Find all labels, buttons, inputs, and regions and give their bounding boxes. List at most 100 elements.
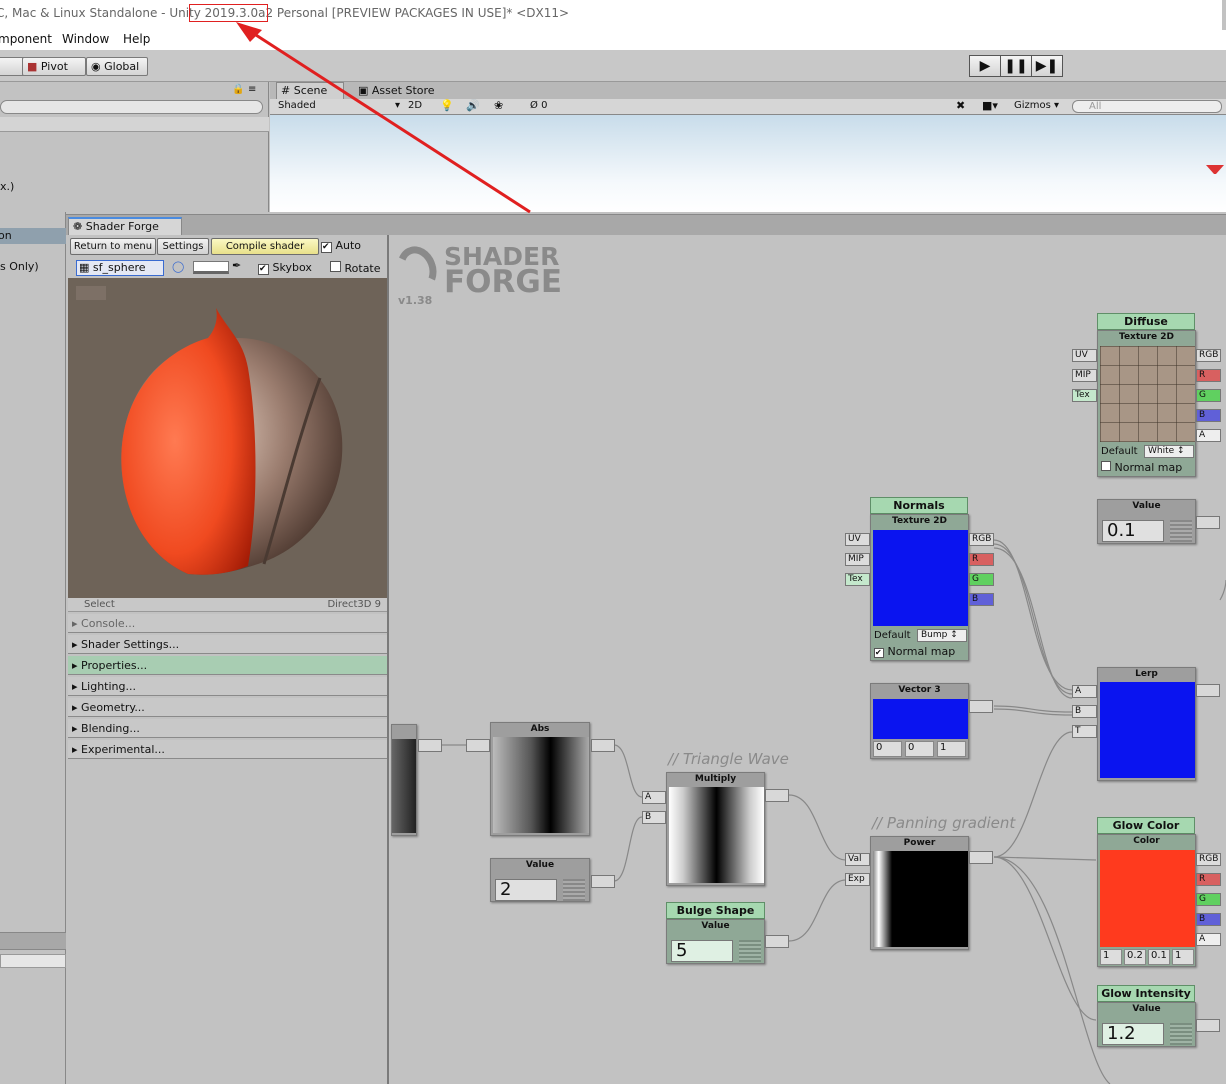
lerp-node[interactable]: Lerp xyxy=(1097,667,1196,781)
menu-icon[interactable]: ≡ xyxy=(248,84,256,95)
effects-icon[interactable]: ❀ xyxy=(494,99,503,112)
power-output-pin[interactable] xyxy=(969,851,993,864)
hierarchy-search[interactable] xyxy=(0,100,263,114)
color-g-field[interactable]: 0.2 xyxy=(1124,949,1146,965)
normals-output-rgb[interactable]: RGB xyxy=(969,533,994,546)
normals-output-r[interactable]: R xyxy=(969,553,994,566)
mesh-picker-icon[interactable]: ◯ xyxy=(172,260,184,273)
abs-output-pin[interactable] xyxy=(591,739,615,752)
menu-help[interactable]: Help xyxy=(123,32,150,46)
diffuse-output-g[interactable]: G xyxy=(1196,389,1221,402)
section-blending[interactable]: ▸ Blending... xyxy=(68,719,387,738)
normal-map-checkbox[interactable]: ✔ Normal map xyxy=(874,645,955,658)
vector3-node[interactable]: Vector 3 0 0 1 xyxy=(870,683,969,759)
settings-button[interactable]: Settings xyxy=(157,238,209,255)
skybox-checkbox[interactable]: ✔ Skybox xyxy=(258,261,312,275)
vector-z-field[interactable]: 1 xyxy=(937,741,966,757)
eyedropper-icon[interactable]: ✒ xyxy=(232,259,241,272)
diffuse-node[interactable]: Texture 2D Default White ↕ Normal map xyxy=(1097,330,1196,477)
lock-icon[interactable]: 🔒 xyxy=(232,84,244,95)
value-field[interactable]: 2 xyxy=(495,879,557,901)
drag-grid-icon[interactable] xyxy=(1170,1023,1192,1045)
mesh-field[interactable]: ▦ sf_sphere xyxy=(76,260,164,276)
normals-input-mip[interactable]: MIP xyxy=(845,553,870,566)
offscreen-output-pin[interactable] xyxy=(418,739,442,752)
normals-name[interactable]: Normals xyxy=(870,497,968,514)
normals-output-b[interactable]: B xyxy=(969,593,994,606)
vector-x-field[interactable]: 0 xyxy=(873,741,902,757)
tab-asset-store[interactable]: ▣ Asset Store xyxy=(354,83,439,98)
audio-icon[interactable]: 🔊 xyxy=(466,99,480,112)
tab-scene[interactable]: # Scene xyxy=(276,82,344,99)
glow-color-name[interactable]: Glow Color xyxy=(1097,817,1195,834)
left-selected-item[interactable]: on xyxy=(0,228,66,244)
value-field[interactable]: 5 xyxy=(671,940,733,962)
multiply-input-b[interactable]: B xyxy=(642,811,666,824)
diffuse-output-rgb[interactable]: RGB xyxy=(1196,349,1221,362)
glow-intensity-output-pin[interactable] xyxy=(1196,1019,1220,1032)
diffuse-output-r[interactable]: R xyxy=(1196,369,1221,382)
value-node-2[interactable]: Value 2 xyxy=(490,858,590,902)
color-a-field[interactable]: 1 xyxy=(1172,949,1194,965)
glow-output-r[interactable]: R xyxy=(1196,873,1221,886)
glow-output-g[interactable]: G xyxy=(1196,893,1221,906)
drag-grid-icon[interactable] xyxy=(563,879,585,901)
abs-node[interactable]: Abs xyxy=(490,722,590,836)
left-item[interactable]: s Only) xyxy=(0,260,39,273)
default-dropdown[interactable]: Bump ↕ xyxy=(917,629,967,642)
glow-intensity-node[interactable]: Value 1.2 xyxy=(1097,1002,1196,1047)
step-button[interactable]: ▶❚ xyxy=(1031,55,1063,77)
auto-checkbox[interactable]: ✔ Auto xyxy=(321,239,361,253)
value2-output-pin[interactable] xyxy=(591,875,615,888)
glow-output-a[interactable]: A xyxy=(1196,933,1221,946)
select-label[interactable]: Select xyxy=(84,599,115,610)
glow-intensity-name[interactable]: Glow Intensity xyxy=(1097,985,1195,1002)
lerp-input-t[interactable]: T xyxy=(1072,725,1097,738)
glow-color-node[interactable]: Color 1 0.2 0.1 1 xyxy=(1097,834,1196,967)
return-to-menu-button[interactable]: Return to menu xyxy=(70,238,156,255)
normals-node[interactable]: Texture 2D Default Bump ↕ ✔ Normal map xyxy=(870,514,969,661)
power-node[interactable]: Power xyxy=(870,836,969,950)
lerp-input-b[interactable]: B xyxy=(1072,705,1097,718)
tab-shader-forge[interactable]: ❁ Shader Forge xyxy=(68,217,182,236)
mode-2d-button[interactable]: 2D xyxy=(408,100,422,111)
normal-map-checkbox[interactable]: Normal map xyxy=(1101,461,1182,474)
rotate-checkbox[interactable]: Rotate xyxy=(330,261,381,275)
value-node-01[interactable]: Value 0.1 xyxy=(1097,499,1196,544)
left-field[interactable] xyxy=(0,954,66,968)
offscreen-node[interactable] xyxy=(391,724,417,836)
section-console[interactable]: ▸ Console... xyxy=(68,614,387,633)
diffuse-input-uv[interactable]: UV xyxy=(1072,349,1097,362)
power-input-exp[interactable]: Exp xyxy=(845,873,870,886)
shader-preview[interactable] xyxy=(68,278,387,598)
compile-shader-button[interactable]: Compile shader xyxy=(211,238,319,255)
default-dropdown[interactable]: White ↕ xyxy=(1144,445,1194,458)
hierarchy-item[interactable]: x.) xyxy=(0,180,14,193)
normals-output-g[interactable]: G xyxy=(969,573,994,586)
multiply-output-pin[interactable] xyxy=(765,789,789,802)
abs-input-pin[interactable] xyxy=(466,739,490,752)
vector3-output-pin[interactable] xyxy=(969,700,993,713)
scene-gizmo[interactable] xyxy=(1206,165,1224,183)
tools-icon[interactable]: ✖ xyxy=(956,99,965,112)
glow-output-b[interactable]: B xyxy=(1196,913,1221,926)
scene-viewport[interactable] xyxy=(270,115,1226,212)
section-properties[interactable]: ▸ Properties... xyxy=(68,656,387,675)
multiply-input-a[interactable]: A xyxy=(642,791,666,804)
diffuse-name[interactable]: Diffuse xyxy=(1097,313,1195,330)
menu-component[interactable]: mponent xyxy=(0,32,52,46)
pivot-button[interactable]: ■ Pivot xyxy=(22,57,86,76)
drag-grid-icon[interactable] xyxy=(739,940,761,962)
camera-icon[interactable]: ■▾ xyxy=(982,99,998,112)
normals-input-uv[interactable]: UV xyxy=(845,533,870,546)
color-r-field[interactable]: 1 xyxy=(1100,949,1122,965)
section-experimental[interactable]: ▸ Experimental... xyxy=(68,740,387,759)
value-field[interactable]: 1.2 xyxy=(1102,1023,1164,1045)
pause-button[interactable]: ❚❚ xyxy=(1000,55,1032,77)
play-button[interactable]: ▶ xyxy=(969,55,1001,77)
global-button[interactable]: ◉ Global xyxy=(86,57,148,76)
glow-output-rgb[interactable]: RGB xyxy=(1196,853,1221,866)
shading-dropdown[interactable]: Shaded ▾ xyxy=(278,100,404,111)
diffuse-output-b[interactable]: B xyxy=(1196,409,1221,422)
bg-color-swatch[interactable] xyxy=(193,261,229,274)
